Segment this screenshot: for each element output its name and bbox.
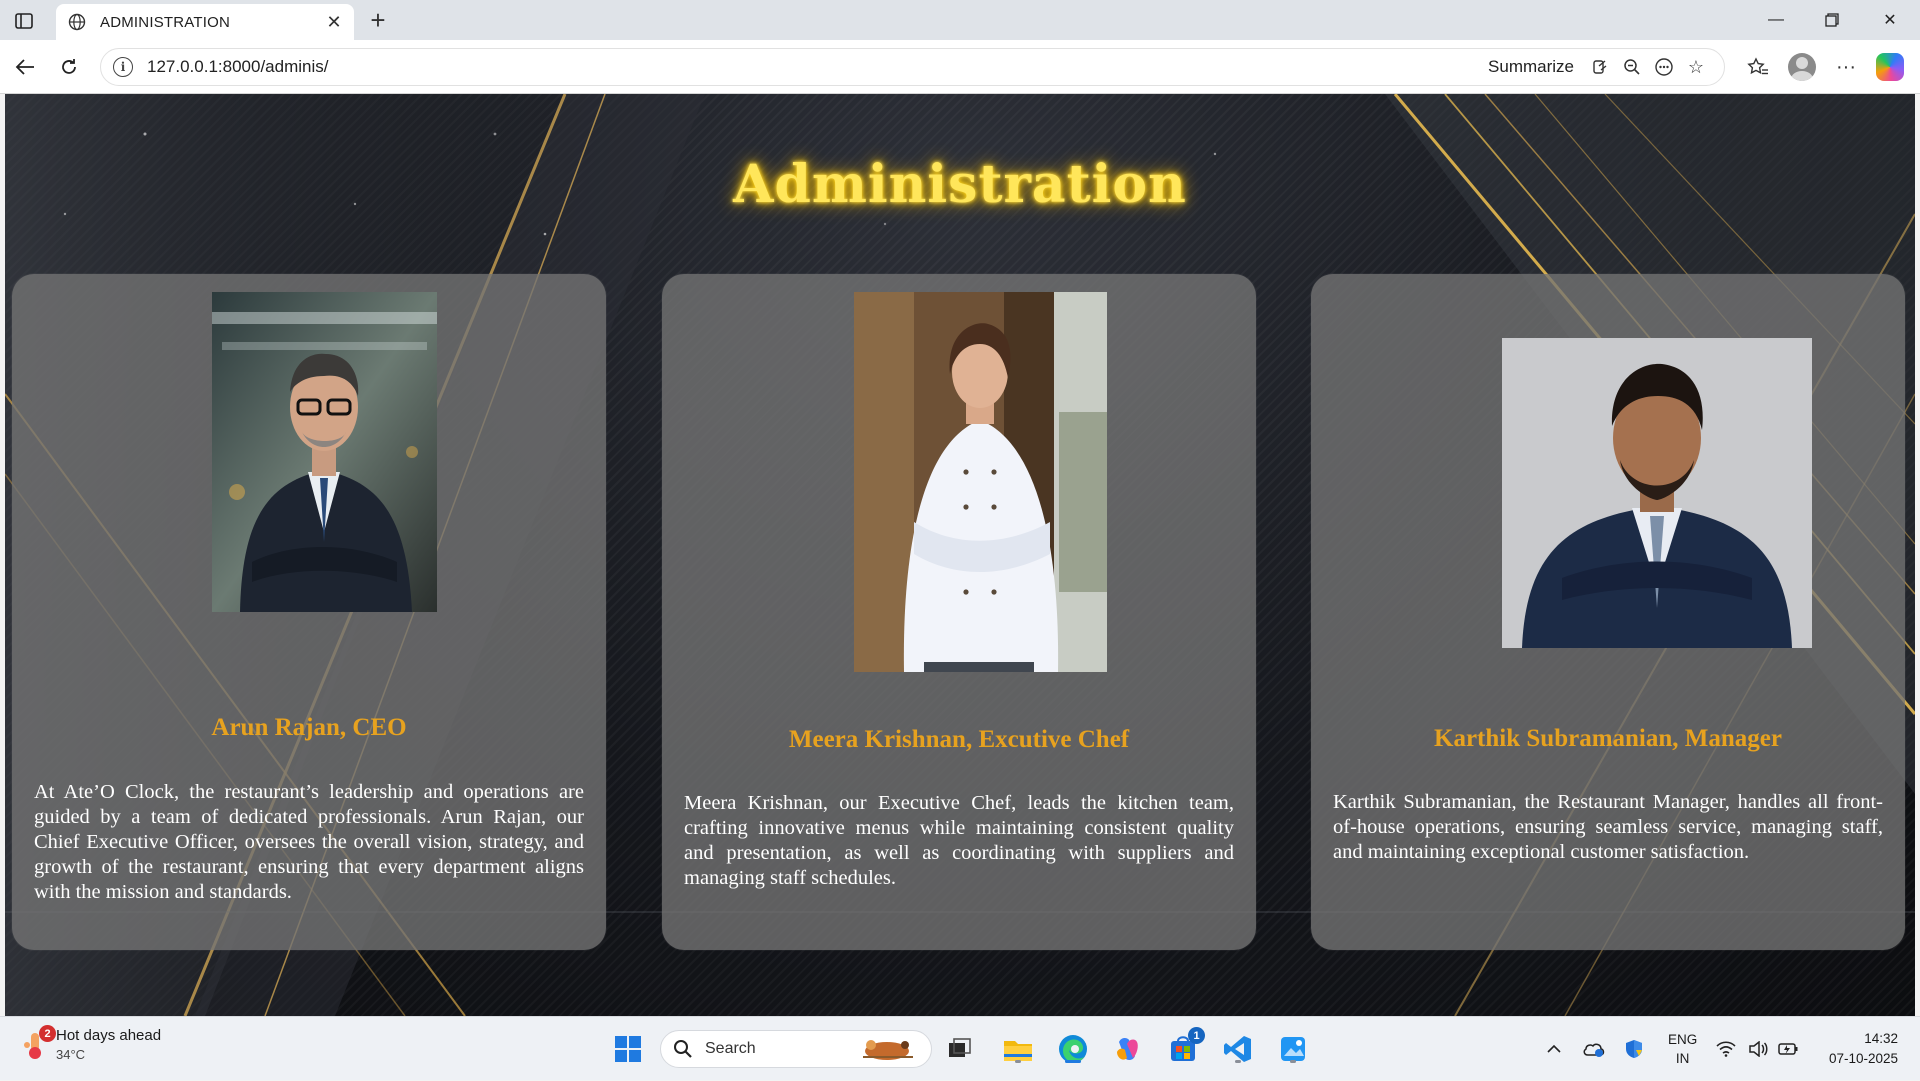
thermometer-icon: 2 — [22, 1025, 56, 1061]
avatar — [1788, 53, 1816, 81]
clock-date: 07-10-2025 — [1828, 1051, 1898, 1066]
tab-title: ADMINISTRATION — [100, 13, 231, 31]
file-explorer-button[interactable] — [1000, 1031, 1036, 1067]
more-page-actions-icon[interactable] — [1648, 52, 1680, 82]
language-code: ENG — [1668, 1032, 1698, 1047]
start-button[interactable] — [610, 1031, 646, 1067]
search-label: Search — [705, 1040, 756, 1057]
language-indicator[interactable]: ENG IN — [1668, 1030, 1697, 1068]
running-indicator — [1015, 1060, 1021, 1063]
favorite-star-icon[interactable]: ☆ — [1680, 52, 1712, 82]
staff-name: Karthik Subramanian, Manager — [1434, 725, 1782, 752]
shield-icon — [1626, 1040, 1642, 1058]
weather-badge: 2 — [39, 1025, 56, 1042]
running-indicator — [1235, 1060, 1241, 1063]
region-code: IN — [1675, 1051, 1690, 1066]
staff-description: Meera Krishnan, our Executive Chef, lead… — [684, 792, 1234, 889]
summarize-button[interactable]: Summarize — [1488, 57, 1574, 77]
browser-tools: ··· — [1738, 50, 1910, 84]
staff-description: At Ate’O Clock, the restaurant’s leaders… — [34, 781, 584, 903]
profile-button[interactable] — [1782, 50, 1822, 84]
summarize-icon[interactable] — [1584, 52, 1616, 82]
taskbar-search[interactable]: Search — [660, 1030, 932, 1068]
administration-page: Administration Arun Rajan, CEO At Ate’O … — [5, 94, 1915, 1016]
task-view-icon — [949, 1038, 971, 1057]
refresh-button[interactable] — [54, 52, 84, 82]
toolbar: i 127.0.0.1:8000/adminis/ Summarize ☆ ··… — [0, 40, 1920, 94]
staff-description: Karthik Subramanian, the Restaurant Mana… — [1333, 791, 1883, 863]
wifi-icon[interactable] — [1712, 1017, 1740, 1081]
restore-button[interactable] — [1812, 6, 1852, 34]
chevron-up-icon — [1547, 1044, 1561, 1053]
globe-icon — [66, 11, 88, 33]
store-badge: 1 — [1188, 1027, 1205, 1044]
site-info-icon[interactable]: i — [113, 57, 133, 77]
weather-widget[interactable]: 2 Hot days ahead 34°C — [22, 1025, 162, 1062]
security-tray-icon[interactable] — [1620, 1017, 1648, 1081]
onedrive-tray-icon[interactable] — [1580, 1017, 1608, 1081]
staff-name: Arun Rajan, CEO — [211, 714, 407, 741]
photos-app-button[interactable] — [1275, 1031, 1311, 1067]
tab-actions-icon[interactable] — [12, 10, 36, 32]
weather-title: Hot days ahead — [56, 1027, 162, 1044]
manager-photo — [1502, 338, 1812, 648]
active-tab[interactable]: ADMINISTRATION ✕ — [56, 4, 354, 40]
copilot-button[interactable] — [1870, 50, 1910, 84]
running-indicator — [1290, 1060, 1296, 1063]
battery-icon[interactable] — [1774, 1017, 1802, 1081]
show-hidden-icons[interactable] — [1540, 1017, 1568, 1081]
copilot-app-button[interactable] — [1110, 1031, 1146, 1067]
weather-temp: 34°C — [56, 1047, 86, 1062]
favorites-icon[interactable] — [1738, 50, 1778, 84]
ceo-photo — [212, 292, 437, 612]
chef-photo — [854, 292, 1107, 672]
close-window-button[interactable]: ✕ — [1870, 6, 1910, 34]
settings-more-icon[interactable]: ··· — [1826, 50, 1866, 84]
staff-card-chef: Meera Krishnan, Excutive Chef Meera Kris… — [662, 274, 1256, 950]
system-clock[interactable]: 14:32 07-10-2025 — [1829, 1029, 1898, 1069]
staff-card-manager: Karthik Subramanian, Manager Karthik Sub… — [1311, 274, 1905, 950]
staff-card-ceo: Arun Rajan, CEO At Ate’O Clock, the rest… — [12, 274, 606, 950]
cloud-icon — [1583, 1043, 1605, 1057]
store-button[interactable]: 1 — [1165, 1027, 1205, 1067]
copilot-app-icon — [1117, 1037, 1138, 1061]
search-icon — [674, 1040, 692, 1058]
page-title: Administration — [733, 154, 1187, 215]
tab-strip: ADMINISTRATION ✕ + — ✕ — [0, 0, 1920, 40]
task-view-button[interactable] — [942, 1031, 978, 1067]
clock-time: 14:32 — [1864, 1031, 1898, 1046]
volume-icon[interactable] — [1744, 1017, 1772, 1081]
close-tab-icon[interactable]: ✕ — [324, 12, 344, 32]
search-highlight-icon — [863, 1040, 913, 1060]
vscode-button[interactable] — [1220, 1031, 1256, 1067]
address-bar[interactable]: i 127.0.0.1:8000/adminis/ Summarize ☆ — [100, 48, 1725, 86]
taskbar: 2 Hot days ahead 34°C Search 1 ENG IN 14… — [0, 1016, 1920, 1080]
active-indicator — [1065, 1060, 1081, 1063]
edge-button[interactable] — [1055, 1031, 1091, 1067]
minimize-button[interactable]: — — [1756, 6, 1796, 34]
folder-icon — [1004, 1041, 1032, 1061]
url-text[interactable]: 127.0.0.1:8000/adminis/ — [147, 57, 1488, 77]
zoom-out-icon[interactable] — [1616, 52, 1648, 82]
copilot-icon — [1876, 53, 1904, 81]
windows-icon — [615, 1036, 641, 1062]
staff-name: Meera Krishnan, Excutive Chef — [788, 726, 1130, 753]
new-tab-button[interactable]: + — [364, 5, 392, 35]
back-button[interactable] — [10, 52, 40, 82]
